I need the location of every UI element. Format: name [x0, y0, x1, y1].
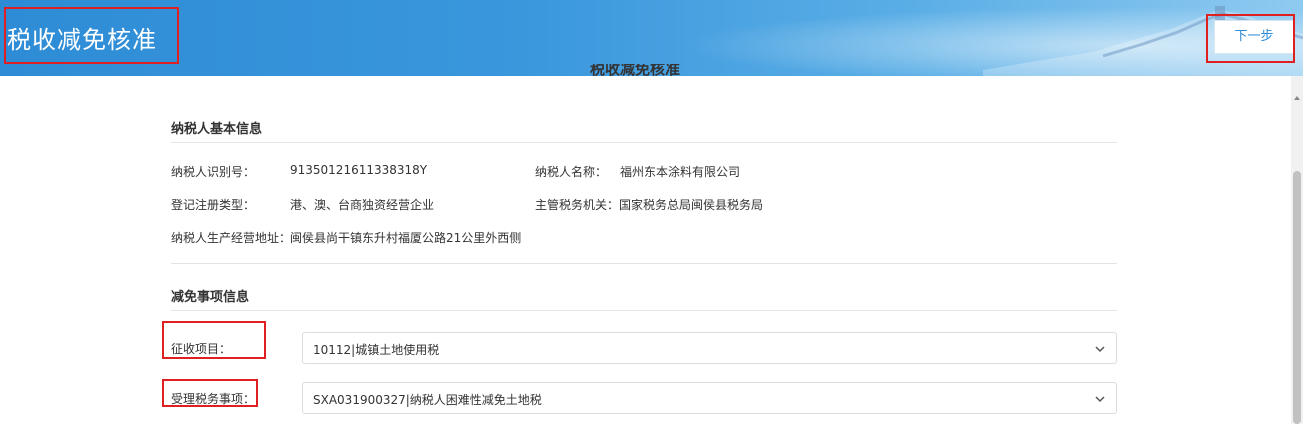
next-button-highlight-box: [1206, 14, 1295, 63]
registration-type-value: 港、澳、台商独资经营企业: [290, 198, 435, 212]
levy-item-select[interactable]: 10112|城镇土地使用税: [302, 332, 1117, 364]
scroll-up-arrow-icon[interactable]: [1294, 96, 1300, 100]
tax-matter-selected-value: SXA031900327|纳税人困难性减免土地税: [313, 393, 542, 407]
tax-authority-value: 国家税务总局闽侯县税务局: [619, 198, 764, 212]
vertical-scrollbar[interactable]: [1291, 76, 1303, 424]
title-highlight-box: [4, 7, 179, 64]
chevron-down-icon: [1095, 396, 1105, 403]
taxpayer-name-label: 纳税人名称：: [535, 165, 608, 179]
section-divider: [171, 263, 1117, 264]
section-divider: [171, 310, 1117, 311]
registration-type-label: 登记注册类型：: [171, 198, 256, 212]
levy-item-selected-value: 10112|城镇土地使用税: [313, 343, 440, 357]
taxpayer-id-label: 纳税人识别号：: [171, 165, 256, 179]
section-divider: [171, 142, 1117, 143]
form-heading-partial: 税收减免核准: [590, 64, 681, 76]
business-address-label: 纳税人生产经营地址：: [171, 231, 292, 245]
scrollbar-thumb[interactable]: [1293, 171, 1301, 424]
taxpayer-section-title: 纳税人基本信息: [171, 122, 263, 137]
taxpayer-name-value: 福州东本涂料有限公司: [620, 165, 741, 179]
chevron-down-icon: [1095, 346, 1105, 353]
business-address-value: 闽侯县尚干镇东升村福厦公路21公里外西侧: [290, 231, 522, 245]
taxpayer-id-value: 91350121611338318Y: [290, 163, 428, 177]
tax-authority-label: 主管税务机关：: [535, 198, 620, 212]
tax-matter-label-highlight-box: [162, 379, 258, 407]
exemption-section-title: 减免事项信息: [171, 290, 250, 305]
tax-matter-select[interactable]: SXA031900327|纳税人困难性减免土地税: [302, 382, 1117, 414]
levy-label-highlight-box: [162, 321, 266, 359]
